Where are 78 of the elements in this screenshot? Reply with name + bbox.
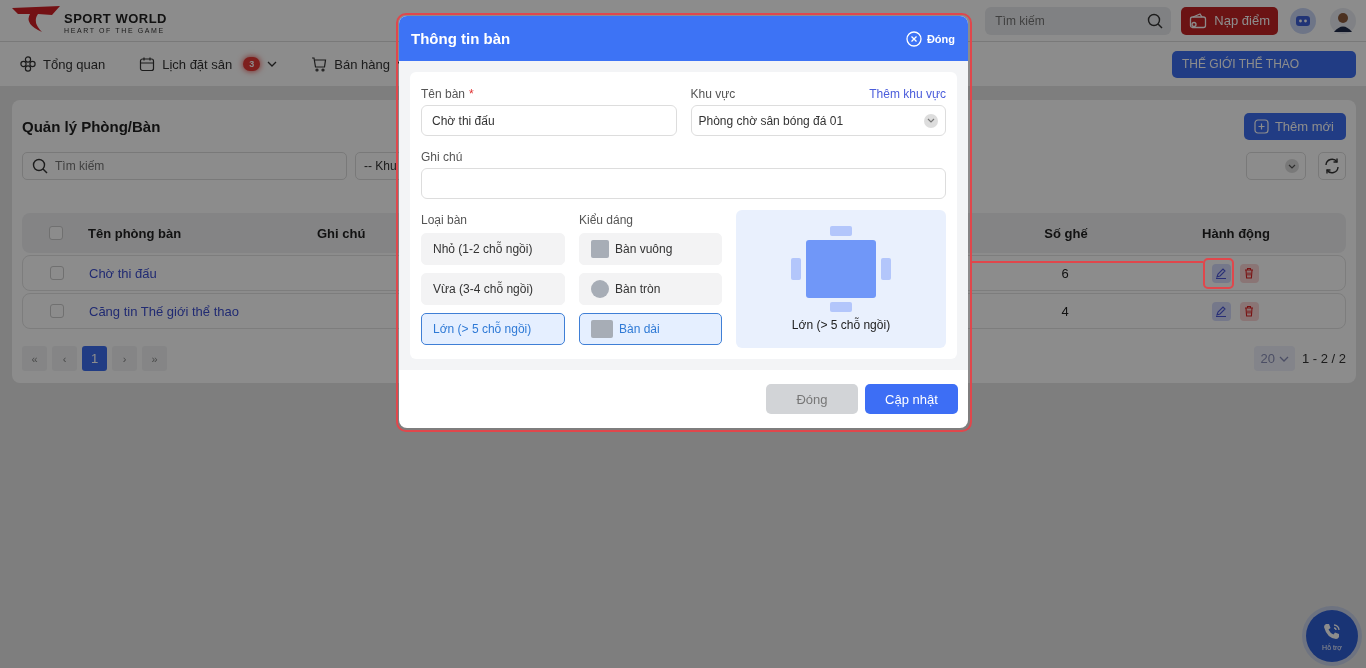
checkbox[interactable] (49, 226, 63, 240)
dialog-title: Thông tin bàn (411, 30, 511, 47)
field-label: Kiểu dáng (579, 213, 635, 227)
trash-icon (1243, 267, 1255, 279)
pencil-icon (1215, 305, 1227, 317)
page-range: 1 - 2 / 2 (1301, 351, 1346, 366)
field-label: Khu vực (690, 87, 736, 101)
chevron-down-icon (1278, 355, 1289, 362)
cancel-button[interactable]: Đóng (766, 384, 858, 414)
nav-item[interactable]: Lịch đặt sân 3 (139, 56, 278, 72)
option-button[interactable]: Bàn tròn (579, 273, 722, 305)
column-header: Tên phòng bàn (88, 225, 183, 241)
option-button[interactable]: Vừa (3-4 chỗ ngồi) (421, 273, 565, 305)
highlight-frame (1203, 258, 1234, 289)
area-select[interactable]: Phòng chờ sân bóng đá 01 (690, 105, 946, 136)
branch-button[interactable]: THẾ GIỚI THỂ THAO (1172, 50, 1356, 78)
update-button[interactable]: Cập nhật (865, 384, 958, 414)
top-up-button[interactable]: Nạp điểm (1181, 6, 1278, 35)
chevron-down-icon (924, 113, 938, 128)
cart-icon (311, 56, 328, 72)
table-cell-text: 4 (1060, 303, 1070, 319)
first-page-button[interactable]: « (22, 346, 47, 371)
field-label: Ghi chú (421, 150, 463, 164)
field-label: Loại bàn (421, 213, 469, 227)
add-button[interactable]: Thêm mới (1243, 112, 1346, 140)
preview-caption: Lớn (> 5 chỗ ngồi) (791, 318, 891, 332)
chat-button[interactable] (1290, 7, 1316, 34)
room-name-link[interactable]: Căng tin Thế giới thể thao (89, 303, 318, 319)
refresh-button[interactable] (1318, 152, 1346, 180)
count-badge: 3 (243, 57, 261, 71)
column-header: Số ghế (1043, 225, 1089, 241)
field-label: Tên bàn (421, 87, 466, 101)
grid-icon (20, 56, 36, 72)
square-icon (591, 240, 609, 258)
next-page-button[interactable]: › (112, 346, 137, 371)
robot-icon (1295, 14, 1311, 27)
rectangle-icon (591, 320, 613, 338)
page-title: Quản lý Phòng/Bàn (22, 117, 161, 135)
option-button[interactable]: Lớn (> 5 chỗ ngồi) (421, 313, 565, 345)
column-header: Hành động (1201, 225, 1271, 241)
wallet-icon (1189, 12, 1208, 29)
checkbox[interactable] (50, 304, 64, 318)
note-field[interactable] (421, 168, 946, 199)
edit-button[interactable] (1211, 301, 1231, 321)
logo-title: SPORT WORLD (64, 12, 167, 26)
nav-item[interactable]: Tổng quan (20, 56, 106, 72)
option-button[interactable]: Bàn dài (579, 313, 722, 345)
plus-icon (1253, 118, 1269, 134)
page-button[interactable]: 1 (82, 346, 107, 371)
edit-button[interactable] (1211, 263, 1231, 283)
last-page-button[interactable]: » (142, 346, 167, 371)
option-button[interactable]: Bàn vuông (579, 233, 722, 265)
search-icon (32, 158, 48, 174)
refresh-icon (1323, 157, 1341, 175)
phone-icon (1322, 621, 1342, 642)
text-field[interactable]: Chờ thi đấu (421, 105, 677, 136)
trash-icon (1243, 305, 1255, 317)
previous-page-button[interactable]: ‹ (52, 346, 77, 371)
column-header: Ghi chú (317, 225, 367, 241)
avatar-icon (1330, 7, 1356, 34)
search-field[interactable]: Tìm kiếm (22, 152, 347, 180)
circle-icon (591, 280, 609, 298)
checkbox[interactable] (50, 266, 64, 280)
delete-button[interactable] (1239, 301, 1259, 321)
add-area-link[interactable]: Thêm khu vực (869, 87, 946, 101)
chevron-down-icon (1285, 159, 1299, 173)
table-cell-text: 6 (1060, 265, 1070, 281)
pencil-icon (1215, 267, 1227, 279)
option-button[interactable]: Nhỏ (1-2 chỗ ngồi) (421, 233, 565, 265)
search-icon (1147, 12, 1164, 29)
close-icon (905, 30, 922, 47)
room-name-link[interactable]: Chờ thi đấu (89, 265, 318, 281)
search-field[interactable]: Tìm kiếm (985, 6, 1172, 35)
delete-button[interactable] (1239, 263, 1259, 283)
close-button[interactable]: Đóng (905, 30, 955, 47)
required-mark: * (469, 87, 475, 101)
swoosh-logo-icon (12, 6, 62, 32)
calendar-icon (139, 56, 156, 72)
